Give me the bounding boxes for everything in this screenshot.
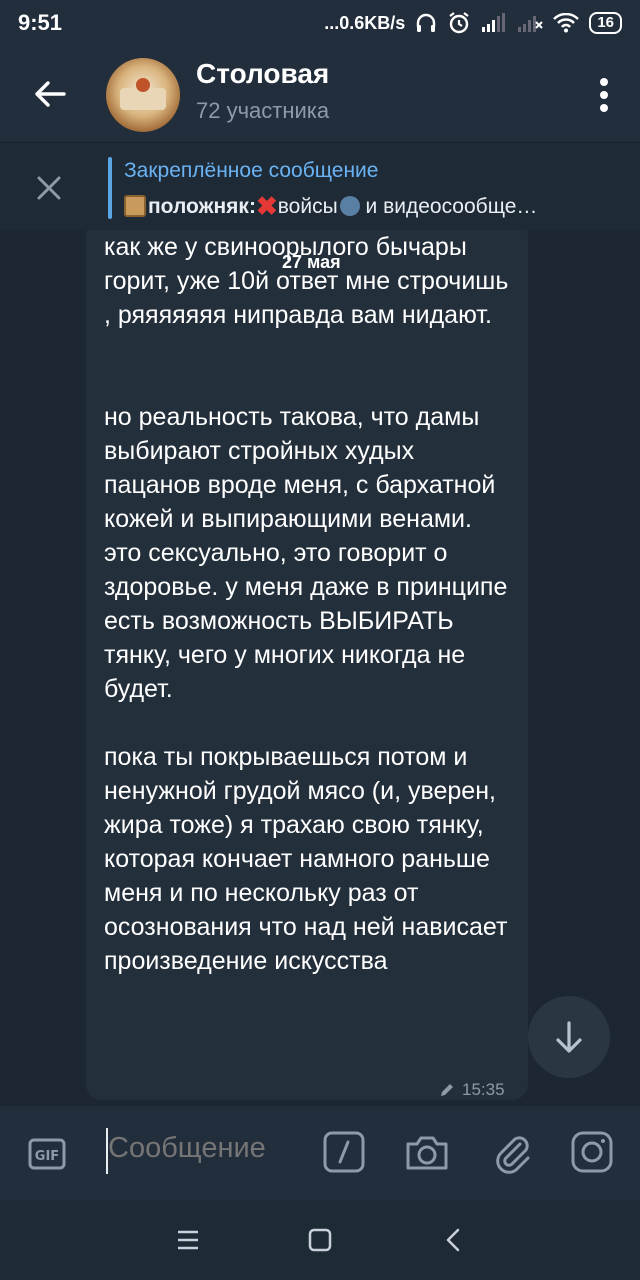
nav-home-button[interactable] — [300, 1220, 340, 1260]
more-vertical-icon — [600, 78, 608, 86]
speaking-head-icon — [339, 196, 360, 216]
date-label: 27 мая — [282, 252, 341, 272]
chat-member-count: 72 участника — [196, 98, 330, 123]
scroll-down-button[interactable] — [528, 996, 610, 1078]
message-paragraph: как же у свиноорылого бычары горит, уже … — [104, 233, 516, 329]
menu-icon — [178, 1230, 198, 1250]
chat-header: Столовая 72 участника — [0, 46, 640, 142]
message-input-bar: GIF — [0, 1106, 640, 1200]
message-meta: 15:35 — [438, 1080, 505, 1100]
chat-title[interactable]: Столовая — [196, 58, 329, 90]
system-nav-bar — [0, 1200, 640, 1280]
nav-menu-button[interactable] — [168, 1220, 208, 1260]
instagram-button[interactable] — [570, 1130, 614, 1174]
red-cross-icon: ✖ — [255, 191, 278, 221]
pinned-title: Закреплённое сообщение — [124, 159, 379, 182]
pencil-icon — [441, 1084, 453, 1096]
wifi-icon — [553, 13, 580, 33]
message-time: 15:35 — [462, 1080, 505, 1099]
message-paragraph — [104, 706, 514, 740]
chat-area[interactable]: как же у свиноорылого бычары горит, уже … — [0, 230, 640, 1106]
back-button[interactable] — [28, 72, 72, 116]
pinned-text-2: и видеосообще… — [359, 195, 538, 218]
nav-back-button[interactable] — [434, 1220, 474, 1260]
back-chevron-icon — [446, 1228, 460, 1252]
close-icon — [37, 176, 61, 200]
camera-button[interactable] — [404, 1130, 448, 1174]
avatar[interactable] — [106, 58, 180, 132]
status-time: 9:51 — [18, 10, 63, 35]
instagram-icon — [571, 1131, 613, 1173]
gif-button[interactable]: GIF — [28, 1136, 66, 1172]
pinned-message-bar[interactable]: Закреплённое сообщение положняк:✖войсы и… — [0, 142, 640, 231]
svg-text:GIF: GIF — [35, 1149, 59, 1164]
bot-commands-button[interactable] — [322, 1130, 366, 1174]
message-paragraph: но реальность такова, что дамы выбирают … — [104, 403, 508, 703]
arrow-left-icon — [35, 81, 66, 107]
camera-icon — [406, 1136, 448, 1170]
signal-icon — [481, 13, 507, 33]
pinned-accent-line — [108, 157, 112, 219]
status-icons: ...0.6KB/s 16 — [324, 11, 622, 35]
home-square-icon — [308, 1228, 332, 1252]
attach-icon — [496, 1136, 530, 1174]
net-speed: ...0.6KB/s — [324, 12, 406, 33]
pinned-close-button[interactable] — [30, 169, 68, 207]
scroll-emoji-icon — [124, 195, 146, 217]
message-paragraph — [104, 366, 514, 400]
status-bar: 9:51 ...0.6KB/s 16 — [0, 0, 640, 46]
alarm-icon — [447, 11, 471, 35]
battery-icon: 16 — [589, 12, 622, 34]
arrow-down-icon — [556, 1021, 582, 1053]
message-paragraph: пока ты покрываешься потом и ненужной гр… — [104, 743, 515, 975]
gif-icon: GIF — [28, 1138, 66, 1170]
pinned-text-1: войсы — [277, 195, 338, 218]
pinned-text: положняк:✖войсы и видеосообще… — [124, 191, 537, 222]
more-menu-button[interactable] — [598, 76, 610, 116]
command-slash-icon — [323, 1131, 365, 1173]
signal-icon — [517, 13, 544, 33]
message-paragraph — [104, 332, 514, 366]
headphones-icon — [415, 12, 437, 34]
message-text: как же у свиноорылого бычары горит, уже … — [104, 230, 514, 978]
pinned-bold-prefix: положняк: — [148, 195, 256, 218]
message-input[interactable] — [108, 1132, 308, 1165]
attach-button[interactable] — [490, 1130, 534, 1174]
